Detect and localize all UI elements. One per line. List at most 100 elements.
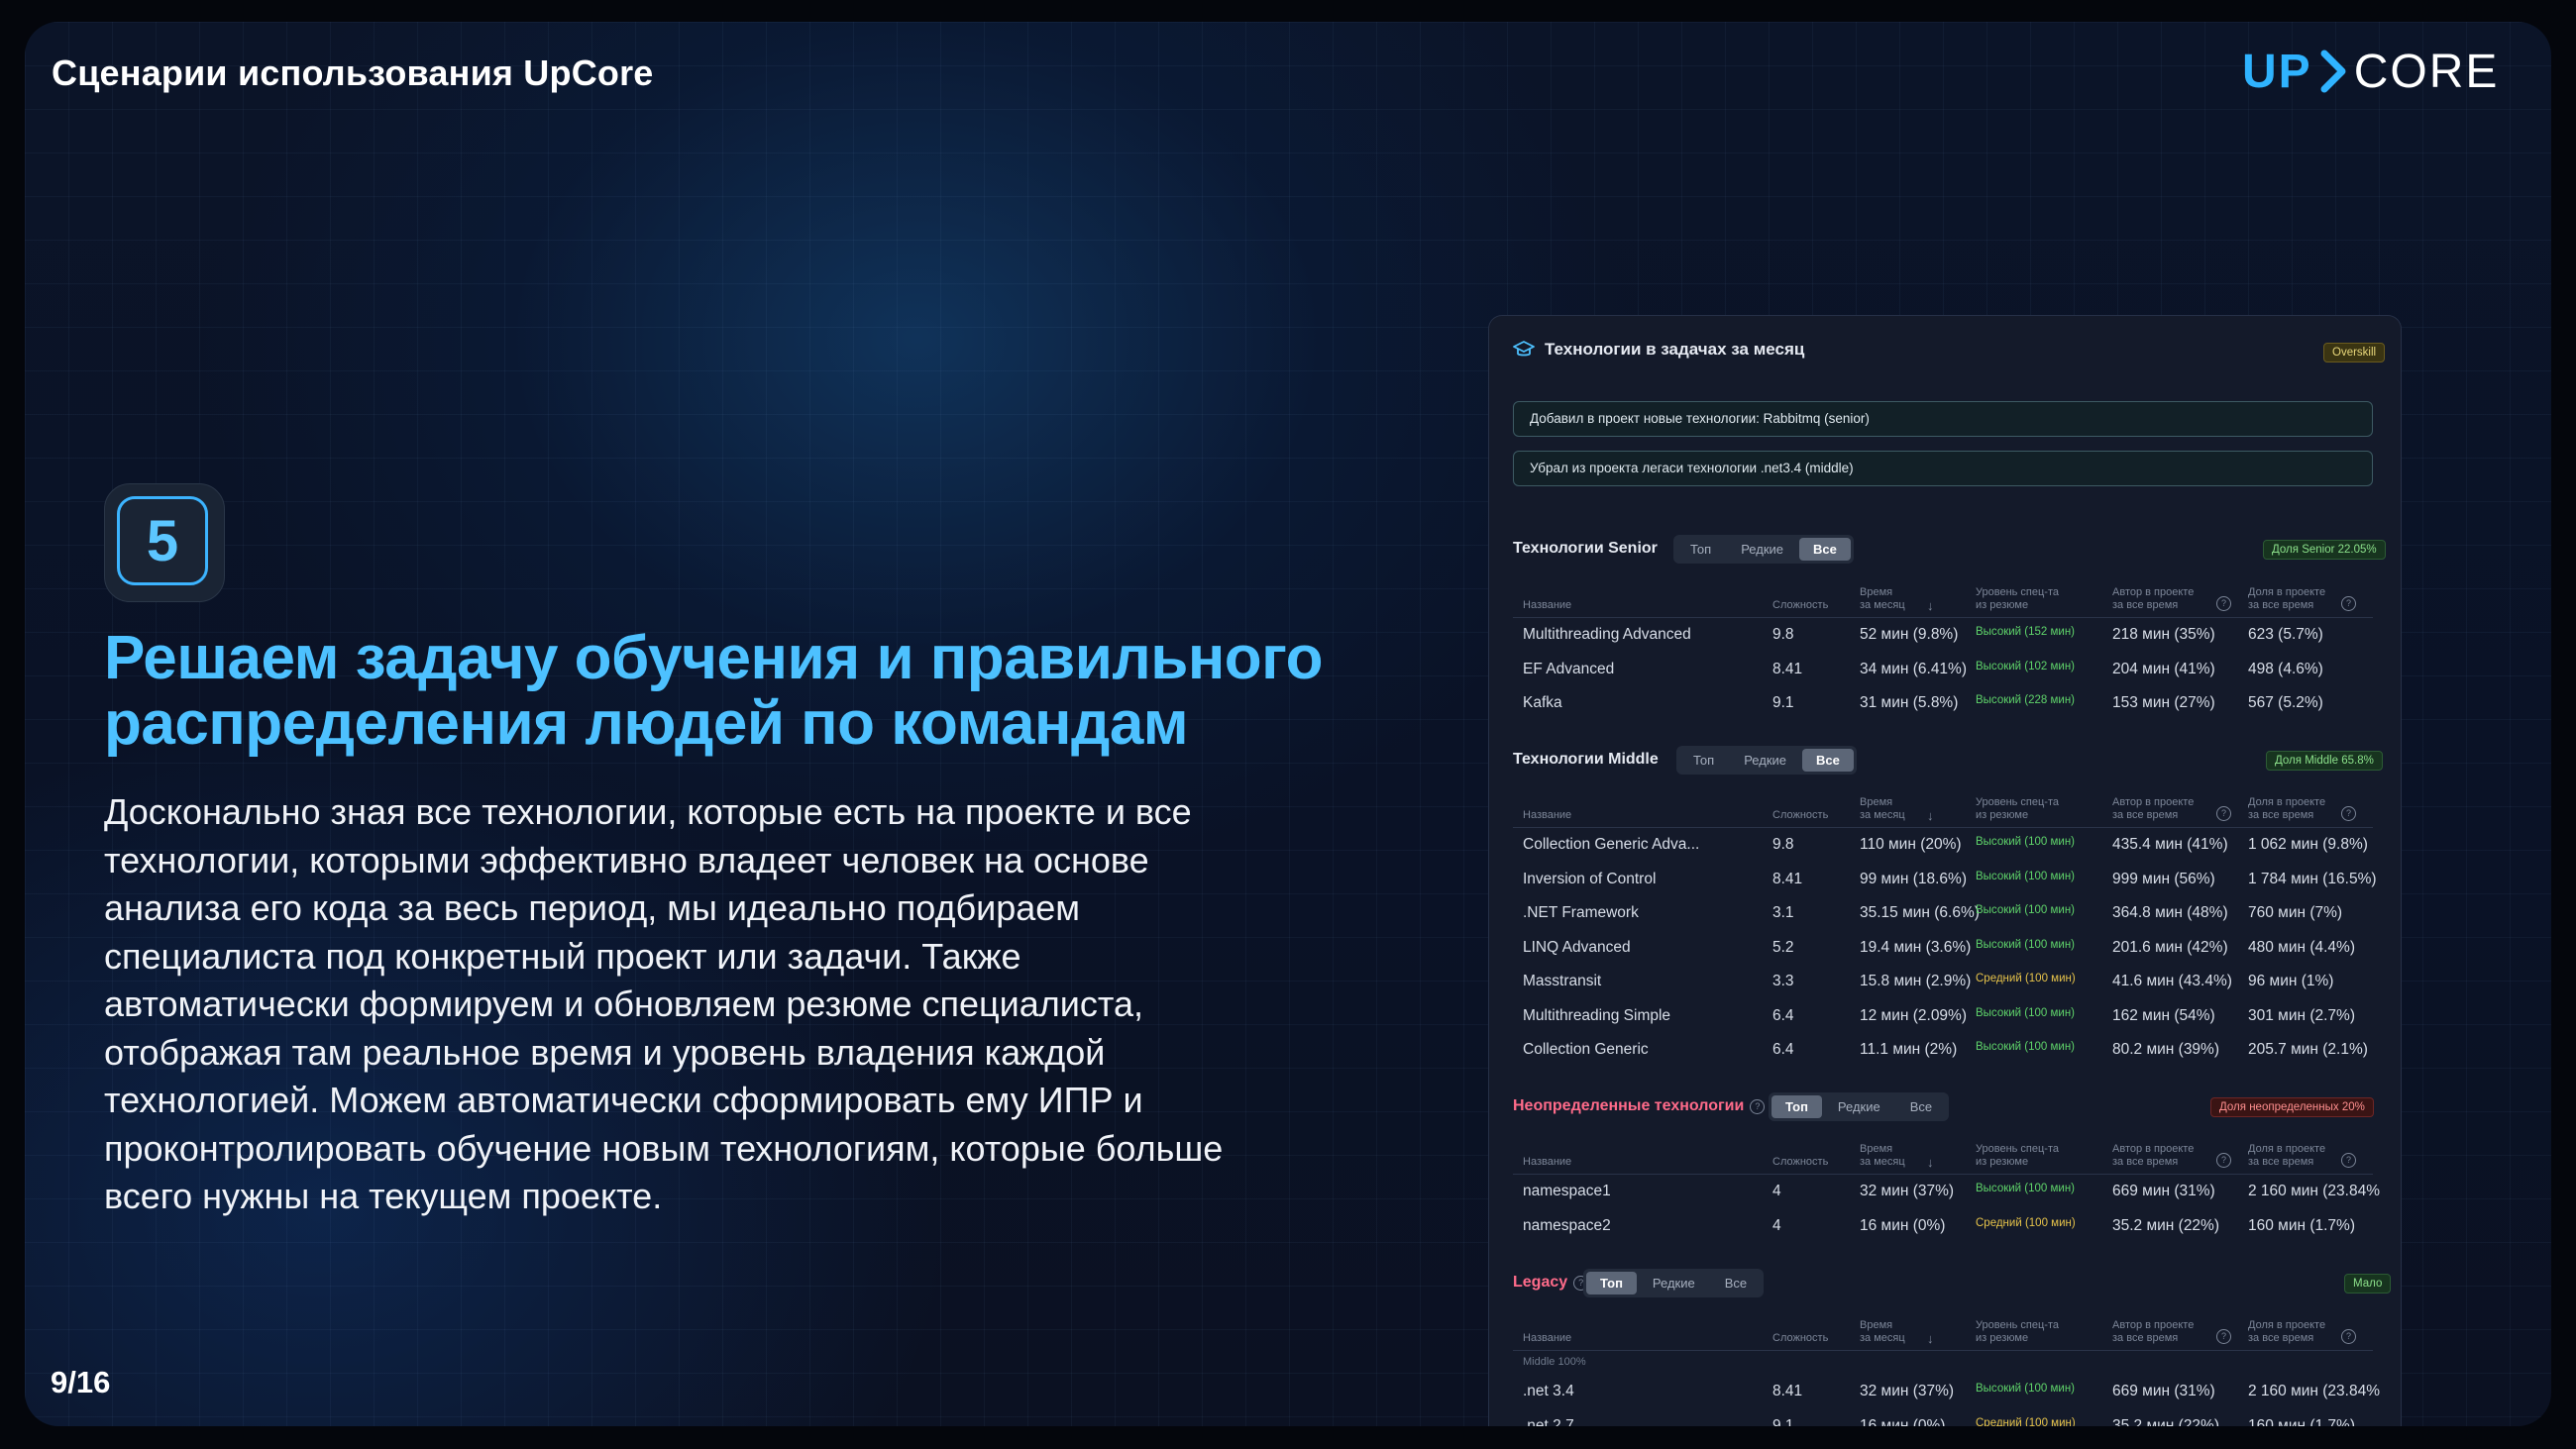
table-row[interactable]: EF Advanced 8.41 34 мин (6.41%) Высокий (10… [1513, 652, 2373, 685]
filter-all[interactable]: Все [1799, 538, 1851, 561]
author-share: 153 мин (27%) [2112, 694, 2215, 711]
help-icon[interactable]: ? [2216, 596, 2231, 611]
help-icon[interactable]: ? [1750, 1098, 1766, 1114]
logo-chevron-icon [2320, 50, 2346, 93]
column-header-author: Автор в проекте за все время [2112, 796, 2195, 821]
column-header-author: Автор в проекте за все время [2112, 1143, 2195, 1168]
time-month: 16 мин (0%) [1860, 1216, 1946, 1234]
column-header-time[interactable]: Время за месяц [1860, 1143, 1905, 1169]
filter-top[interactable]: Топ [1676, 538, 1725, 561]
column-header-complexity: Сложность [1772, 809, 1829, 821]
project-share: 567 (5.2%) [2248, 694, 2323, 711]
table-row[interactable]: .net 2.7 9.1 16 мин (0%) Средний (100 мин) 3… [1513, 1408, 2373, 1427]
table-row[interactable]: Masstransit 3.3 15.8 мин (2.9%) Средний (10… [1513, 964, 2373, 997]
author-share: 41.6 мин (43.4%) [2112, 973, 2232, 989]
legacy-filter: Топ Редкие Все [1583, 1269, 1765, 1297]
logo-up: UP [2242, 45, 2312, 98]
sort-arrow-icon[interactable]: ↓ [1927, 1332, 1934, 1345]
time-month: 99 мин (18.6%) [1860, 870, 1968, 887]
time-month: 52 мин (9.8%) [1860, 626, 1959, 643]
specialist-level: Высокий (100 мин) [1976, 904, 2076, 916]
help-icon[interactable]: ? [2341, 1153, 2356, 1168]
filter-top[interactable]: Топ [1679, 749, 1728, 772]
project-share: 1 784 мин (16.5%) [2248, 870, 2377, 887]
legacy-section-title: Legacy? [1513, 1274, 1589, 1292]
filter-all[interactable]: Все [1711, 1272, 1761, 1294]
filter-top[interactable]: Топ [1771, 1095, 1822, 1118]
project-share: 760 мин (7%) [2248, 904, 2343, 921]
notification-added[interactable]: Добавил в проект новые технологии: Rabbi… [1513, 401, 2373, 437]
description-line: всего нужны на текущем проекте. [104, 1176, 663, 1216]
filter-top[interactable]: Топ [1586, 1272, 1637, 1294]
filter-all[interactable]: Все [1896, 1095, 1946, 1118]
time-month: 32 мин (37%) [1860, 1183, 1955, 1199]
time-month: 34 мин (6.41%) [1860, 660, 1968, 677]
project-share: 160 мин (1.7%) [2248, 1216, 2356, 1234]
specialist-level: Высокий (100 мин) [1976, 1041, 2076, 1053]
complexity: 3.1 [1772, 904, 1794, 921]
author-share: 669 мин (31%) [2112, 1383, 2215, 1399]
tech-name: Collection Generic Adva... [1523, 836, 1700, 853]
filter-rare[interactable]: Редкие [1730, 749, 1800, 772]
middle-table-header: Название Сложность Время за месяц Уровень с… [1513, 789, 2373, 828]
column-header-time[interactable]: Время за месяц [1860, 1319, 1905, 1345]
headline-line: Решаем задачу обучения и правильного [104, 624, 1324, 692]
column-header-level: Уровень спец-та из резюме [1976, 1143, 2059, 1168]
author-share: 218 мин (35%) [2112, 626, 2215, 643]
table-row[interactable]: namespace2 4 16 мин (0%) Средний (100 мин) 3… [1513, 1208, 2373, 1242]
description-line: технологии, которыми эффективно владеет … [104, 839, 1149, 880]
table-row[interactable]: Collection Generic 6.4 11.1 мин (2%) Высоки… [1513, 1032, 2373, 1066]
project-share: 160 мин (1.7%) [2248, 1416, 2356, 1427]
table-row[interactable]: .NET Framework 3.1 35.15 мин (6.6%) Высокий… [1513, 895, 2373, 929]
description-line: автоматически формируем и обновляем резю… [104, 983, 1144, 1024]
help-icon[interactable]: ? [2216, 1153, 2231, 1168]
tech-name: Multithreading Advanced [1523, 626, 1691, 643]
help-icon[interactable]: ? [2341, 806, 2356, 821]
sort-arrow-icon[interactable]: ↓ [1927, 599, 1934, 612]
author-share: 162 мин (54%) [2112, 1006, 2215, 1024]
table-row[interactable]: Multithreading Simple 6.4 12 мин (2.09%) Вы… [1513, 998, 2373, 1032]
column-header-author: Автор в проекте за все время [2112, 1319, 2195, 1344]
description-line: Досконально зная все технологии, которые… [104, 791, 1192, 832]
column-header-time[interactable]: Время за месяц [1860, 586, 1905, 612]
notification-removed[interactable]: Убрал из проекта легаси технологии .net3… [1513, 451, 2373, 486]
tech-name: namespace1 [1523, 1183, 1611, 1199]
specialist-level: Высокий (100 мин) [1976, 1006, 2076, 1019]
help-icon[interactable]: ? [2341, 596, 2356, 611]
table-row[interactable]: Kafka 9.1 31 мин (5.8%) Высокий (228 мин) 15… [1513, 685, 2373, 719]
tech-name: Inversion of Control [1523, 870, 1657, 887]
senior-table-header: Название Сложность Время за месяц Уровень с… [1513, 579, 2373, 618]
table-row[interactable]: Collection Generic Adva... 9.8 110 мин (20… [1513, 827, 2373, 861]
description-line: специалиста под конкретный проект или за… [104, 935, 1021, 977]
sort-arrow-icon[interactable]: ↓ [1927, 809, 1934, 822]
tech-name: .net 3.4 [1523, 1383, 1574, 1399]
table-row[interactable]: LINQ Advanced 5.2 19.4 мин (3.6%) Высокий (… [1513, 930, 2373, 964]
legacy-group-label: Middle 100% [1523, 1356, 1586, 1368]
specialist-level: Средний (100 мин) [1976, 973, 2076, 984]
time-month: 15.8 мин (2.9%) [1860, 973, 1972, 989]
table-row[interactable]: .net 3.4 8.41 32 мин (37%) Высокий (100 мин… [1513, 1374, 2380, 1407]
complexity: 9.8 [1772, 626, 1794, 643]
column-header-name: Название [1523, 1332, 1572, 1344]
page-number: 9/16 [51, 1365, 111, 1399]
column-header-complexity: Сложность [1772, 1332, 1829, 1344]
time-month: 31 мин (5.8%) [1860, 694, 1959, 711]
logo-core: CORE [2353, 45, 2500, 98]
filter-rare[interactable]: Редкие [1727, 538, 1797, 561]
help-icon[interactable]: ? [2216, 1329, 2231, 1344]
table-row[interactable]: namespace1 4 32 мин (37%) Высокий (100 мин)… [1513, 1174, 2380, 1207]
column-header-time[interactable]: Время за месяц [1860, 796, 1905, 822]
undefined-table-header: Название Сложность Время за месяц Уровень с… [1513, 1136, 2373, 1175]
table-row[interactable]: Multithreading Advanced 9.8 52 мин (9.8%) В… [1513, 617, 2373, 651]
tech-name: .net 2.7 [1523, 1416, 1574, 1427]
help-icon[interactable]: ? [2216, 806, 2231, 821]
help-icon[interactable]: ? [2341, 1329, 2356, 1344]
specialist-level: Средний (100 мин) [1976, 1216, 2076, 1229]
filter-all[interactable]: Все [1802, 749, 1854, 772]
filter-rare[interactable]: Редкие [1639, 1272, 1709, 1294]
table-row[interactable]: Inversion of Control 8.41 99 мин (18.6%) Вы… [1513, 862, 2377, 895]
author-share: 80.2 мин (39%) [2112, 1041, 2220, 1058]
filter-rare[interactable]: Редкие [1824, 1095, 1894, 1118]
slide: Сценарии использования UpCore UP CORE 5 … [25, 22, 2551, 1426]
sort-arrow-icon[interactable]: ↓ [1927, 1156, 1934, 1169]
